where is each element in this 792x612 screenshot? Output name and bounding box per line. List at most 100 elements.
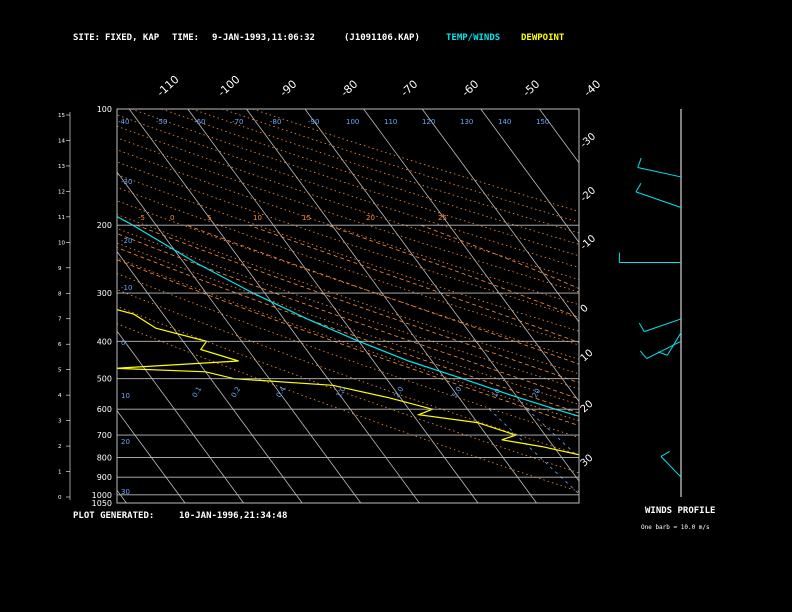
- mixing-ratio-label: 1.0: [335, 385, 347, 399]
- height-tick-label: 12: [58, 189, 65, 195]
- right-isotherm-label: -30: [579, 131, 599, 150]
- dry-adiabat-label: 20: [121, 438, 130, 446]
- height-tick-label: 9: [58, 266, 62, 272]
- dry-adiabat-label: 110: [384, 118, 397, 126]
- dry-adiabat-line: [222, 109, 579, 223]
- dry-adiabat-label: 120: [422, 118, 435, 126]
- wind-barb-staff: [646, 340, 682, 360]
- height-tick-label: 8: [58, 291, 62, 297]
- top-isotherm-label: -60: [459, 78, 481, 100]
- right-isotherm-label: -20: [579, 185, 599, 204]
- mixing-ratio-line: [625, 409, 732, 503]
- mixing-ratio-line: [673, 409, 783, 503]
- pressure-label: 700: [97, 431, 112, 440]
- pressure-label: 900: [97, 473, 112, 482]
- barb-note: One barb = 10.0 m/s: [641, 524, 710, 531]
- plot-area: [0, 109, 792, 503]
- dry-adiabat-label: 140: [498, 118, 511, 126]
- isotherm-line: [0, 109, 9, 503]
- dry-adiabat-label: -40: [118, 118, 129, 126]
- isotherm-line: [598, 109, 792, 503]
- dry-adiabat-label: -80: [270, 118, 281, 126]
- dry-adiabat-label: -20: [121, 237, 132, 245]
- plot-generated-label: PLOT GENERATED:: [73, 511, 155, 521]
- mixing-ratio-label: 2.0: [393, 385, 405, 399]
- dry-adiabat-line: [117, 174, 579, 332]
- top-isotherm-label: -70: [398, 78, 420, 100]
- dry-adiabat-line: [117, 257, 579, 422]
- isotherm-line: [657, 109, 792, 503]
- top-isotherm-label: -40: [581, 78, 603, 100]
- right-isotherm-label: 0: [579, 303, 591, 315]
- dry-adiabat-line: [117, 187, 579, 346]
- right-isotherm-label: 30: [579, 453, 596, 470]
- dry-adiabat-label: 0: [121, 339, 125, 347]
- isotherm-line: [117, 250, 303, 503]
- mixing-ratio-label: 0.4: [275, 385, 288, 399]
- wind-barb-staff: [635, 191, 682, 208]
- pressure-label: 300: [97, 289, 112, 298]
- moist-adiabat-label: 25: [438, 214, 447, 222]
- wind-barb-staff: [666, 332, 682, 356]
- dry-adiabat-label: -70: [232, 118, 243, 126]
- pressure-label: 100: [97, 105, 112, 114]
- plot-generated-value: 10-JAN-1996,21:34:48: [179, 511, 288, 521]
- pressure-label: 600: [97, 405, 112, 414]
- height-tick-label: 2: [58, 444, 62, 450]
- dry-adiabat-line: [161, 109, 579, 245]
- height-tick-label: 0: [58, 495, 62, 501]
- dry-adiabat-line: [117, 125, 579, 281]
- moist-adiabat-line: [117, 247, 579, 414]
- height-tick-label: 6: [58, 342, 62, 348]
- mixing-ratio-line: [526, 408, 579, 458]
- wind-barb: [660, 450, 670, 457]
- right-isotherm-label: -10: [579, 233, 599, 252]
- height-tick-label: 7: [58, 317, 62, 323]
- wind-barb: [637, 157, 642, 168]
- moist-adiabat-label: 15: [302, 214, 311, 222]
- mixing-ratio-label: 0.2: [230, 385, 242, 399]
- isotherm-line: [363, 109, 579, 403]
- wind-barb: [639, 350, 648, 359]
- dry-adiabat-label: 100: [346, 118, 359, 126]
- dry-adiabat-label: -60: [194, 118, 205, 126]
- moist-adiabat-line: [136, 224, 579, 384]
- dry-adiabat-line: [117, 137, 579, 293]
- height-tick-label: 13: [58, 164, 65, 170]
- mixing-ratio-label: 5.0: [451, 385, 463, 399]
- dry-adiabat-line: [117, 213, 579, 375]
- height-tick-label: 4: [58, 393, 62, 399]
- dry-adiabat-line: [117, 227, 579, 390]
- isotherm-line: [187, 109, 479, 503]
- dry-adiabat-label: 30: [121, 488, 130, 496]
- height-tick-label: 11: [58, 215, 65, 221]
- wind-barb-staff: [660, 456, 682, 478]
- isotherm-line: [304, 109, 579, 482]
- dry-adiabat-label: 10: [121, 392, 130, 400]
- right-isotherm-label: 10: [579, 348, 596, 365]
- isotherm-line: [117, 171, 362, 503]
- moist-adiabat-label: 5: [207, 214, 211, 222]
- temperature-line: [117, 215, 579, 417]
- isotherm-line: [246, 109, 537, 503]
- mixing-ratio-line: [488, 408, 579, 495]
- moist-adiabat-label: 0: [170, 214, 174, 222]
- mixing-ratio-label: 0.1: [191, 385, 203, 399]
- dry-adiabat-label: -50: [156, 118, 167, 126]
- dry-adiabat-line: [131, 109, 579, 257]
- dewpoint-line: [117, 309, 579, 456]
- top-isotherm-label: -80: [338, 78, 360, 100]
- pressure-label: 500: [97, 375, 112, 384]
- pressure-label: 200: [97, 221, 112, 230]
- height-tick-label: 5: [58, 368, 62, 374]
- dry-adiabat-line: [117, 305, 579, 474]
- moist-adiabat-label: 20: [366, 214, 375, 222]
- dry-adiabat-label: -10: [121, 284, 132, 292]
- dry-adiabat-line: [117, 323, 579, 492]
- isotherm-line: [128, 109, 420, 503]
- pressure-label: 400: [97, 337, 112, 346]
- dry-adiabat-line: [117, 289, 579, 456]
- pressure-label: 1050: [92, 499, 112, 508]
- pressure-label: 800: [97, 453, 112, 462]
- dry-adiabat-label: -30: [121, 178, 132, 186]
